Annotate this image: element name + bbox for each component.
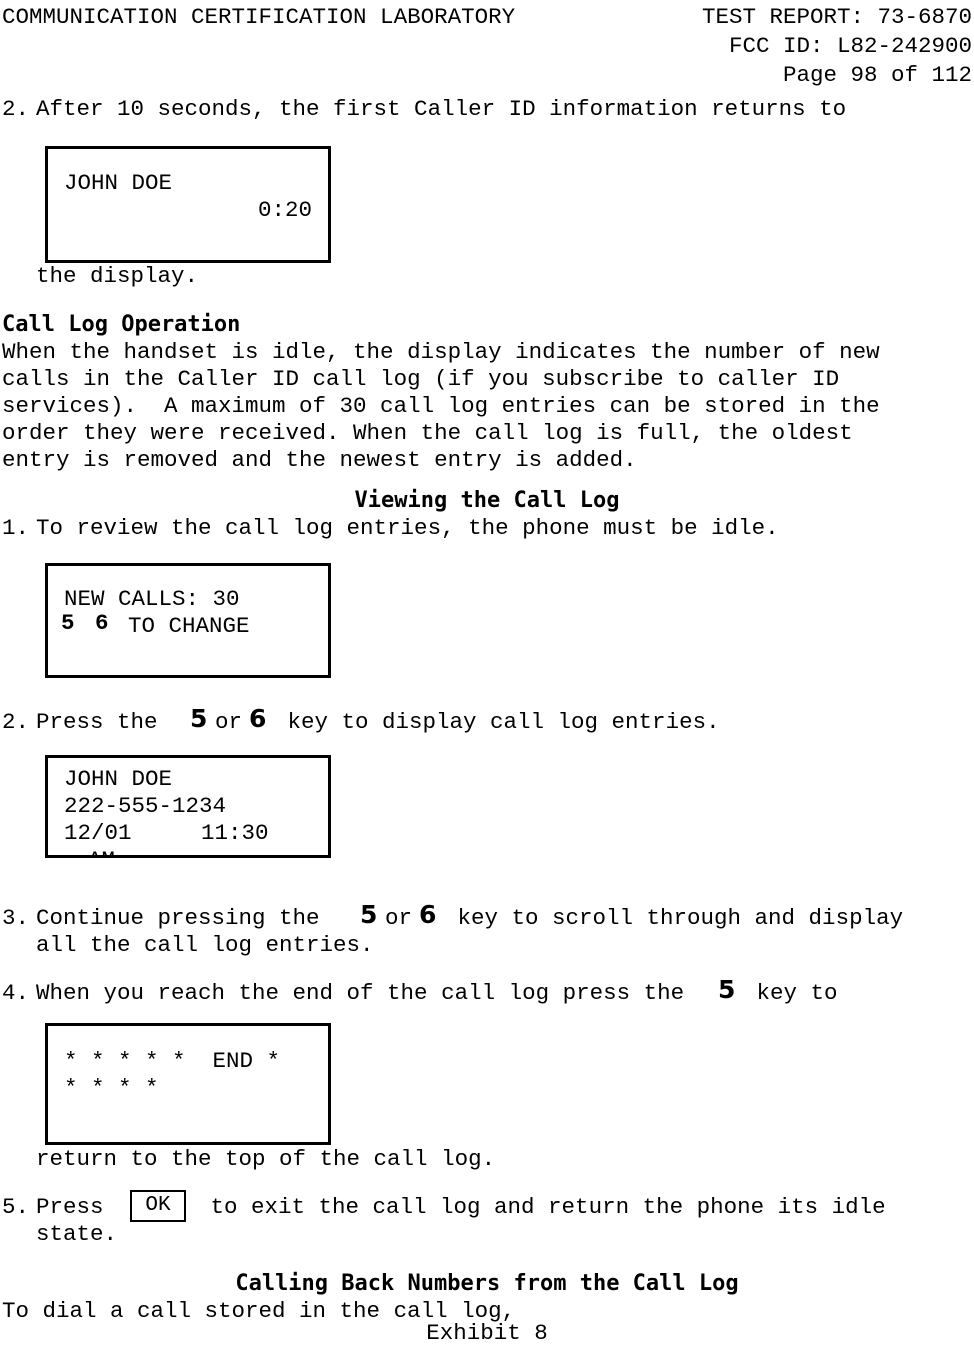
step4-continued: return to the top of the call log. <box>36 1146 496 1172</box>
lcd3-line3-time: 11:30 <box>201 820 269 846</box>
lcd3-line3-date: 12/01 <box>64 820 132 846</box>
step5-line2: state. <box>36 1221 118 1247</box>
paragraph-line-2: calls in the Caller ID call log (if you … <box>2 366 840 392</box>
lcd3-line2: 222-555-1234 <box>64 793 227 819</box>
step2-top-text: After 10 seconds, the first Caller ID in… <box>36 96 847 122</box>
step1-text: To review the call log entries, the phon… <box>36 515 779 541</box>
lcd4-line1: * * * * * END * <box>64 1048 281 1074</box>
step5-number: 5. <box>2 1194 30 1220</box>
lcd2-key-6: 6 <box>95 610 109 636</box>
lcd3-line4-ampm: AM <box>88 847 115 855</box>
document-page: COMMUNICATION CERTIFICATION LABORATORY T… <box>0 0 974 1346</box>
lcd4-line2: * * * * <box>64 1075 159 1101</box>
step4-text-a: When you reach the end of the call log p… <box>36 980 698 1006</box>
step2-top-number: 2. <box>2 96 30 122</box>
lcd3-line1: JOHN DOE <box>64 766 173 792</box>
header-test-report: TEST REPORT: 73-6870 <box>701 4 972 30</box>
lcd-display-2: NEW CALLS: 30 5 6 TO CHANGE <box>45 563 331 678</box>
step3-text-a: Continue pressing the <box>36 905 334 931</box>
step2-key-5: 5 <box>190 704 208 733</box>
step3-number: 3. <box>2 905 30 931</box>
lcd-display-4: * * * * * END * * * * * <box>45 1023 331 1145</box>
step4-number: 4. <box>2 980 30 1006</box>
step4-text-b: key to <box>743 980 838 1006</box>
step3-line2: all the call log entries. <box>36 932 374 958</box>
lcd1-line2: 0:20 <box>258 197 313 223</box>
lcd1-line1: JOHN DOE <box>64 170 173 196</box>
step3-key-5: 5 <box>360 900 378 929</box>
step4-key-5: 5 <box>718 975 736 1004</box>
paragraph-line-5: entry is removed and the newest entry is… <box>2 447 637 473</box>
step3-text-c: key to scroll through and display <box>444 905 904 931</box>
lcd2-line2-text: TO CHANGE <box>128 613 250 639</box>
paragraph-line-4: order they were received. When the call … <box>2 420 853 446</box>
header-fcc-id: FCC ID: L82-242900 <box>728 33 972 59</box>
step3-key-6: 6 <box>419 900 437 929</box>
header-page-number: Page 98 of 112 <box>782 62 972 88</box>
heading-viewing-the-call-log: Viewing the Call Log <box>354 488 620 513</box>
lcd-display-1: JOHN DOE 0:20 <box>45 146 331 263</box>
step2-number: 2. <box>2 709 30 735</box>
footer-exhibit: Exhibit 8 <box>426 1320 548 1346</box>
step1-number: 1. <box>2 515 30 541</box>
heading-calling-back-numbers: Calling Back Numbers from the Call Log <box>235 1271 739 1296</box>
lcd-display-3: JOHN DOE 222-555-1234 12/01 11:30 AM <box>45 755 331 858</box>
step5-text-a: Press <box>36 1194 118 1220</box>
step5-text-b: to exit the call log and return the phon… <box>197 1194 886 1220</box>
ok-button[interactable]: OK <box>130 1190 186 1222</box>
heading-call-log-operation: Call Log Operation <box>2 312 241 337</box>
paragraph-line-1: When the handset is idle, the display in… <box>2 339 880 365</box>
step2-text-a: Press the <box>36 709 172 735</box>
step2-key-6: 6 <box>249 704 267 733</box>
lcd2-line1: NEW CALLS: 30 <box>64 586 240 612</box>
lcd2-key-5: 5 <box>61 610 75 636</box>
step2-top-continued: the display. <box>36 263 199 289</box>
step2-text-c: key to display call log entries. <box>274 709 720 735</box>
paragraph-line-3: services). A maximum of 30 call log entr… <box>2 393 880 419</box>
